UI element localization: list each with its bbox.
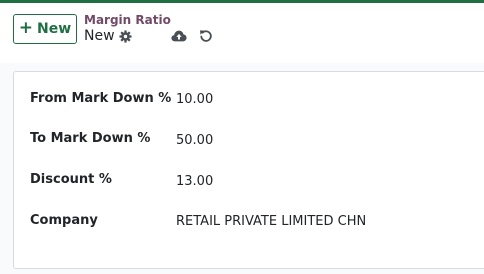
discount-field[interactable]: 13.00: [176, 174, 213, 189]
to-mark-down-field[interactable]: 50.00: [176, 133, 213, 148]
undo-icon[interactable]: [199, 29, 213, 43]
new-button-label: New: [37, 21, 72, 37]
from-mark-down-field[interactable]: 10.00: [176, 92, 213, 107]
company-label: Company: [30, 213, 98, 228]
record-name: New: [84, 28, 115, 44]
cloud-upload-icon[interactable]: [171, 29, 187, 43]
gear-icon[interactable]: [119, 30, 132, 43]
to-mark-down-label: To Mark Down %: [30, 131, 151, 146]
company-field[interactable]: RETAIL PRIVATE LIMITED CHN: [176, 214, 366, 229]
from-mark-down-label: From Mark Down %: [30, 91, 172, 106]
new-button[interactable]: + New: [13, 14, 77, 44]
control-panel: + New Margin Ratio New: [0, 3, 484, 63]
discount-label: Discount %: [30, 172, 112, 187]
plus-icon: +: [18, 18, 34, 38]
breadcrumb-margin-ratio[interactable]: Margin Ratio: [84, 13, 171, 27]
